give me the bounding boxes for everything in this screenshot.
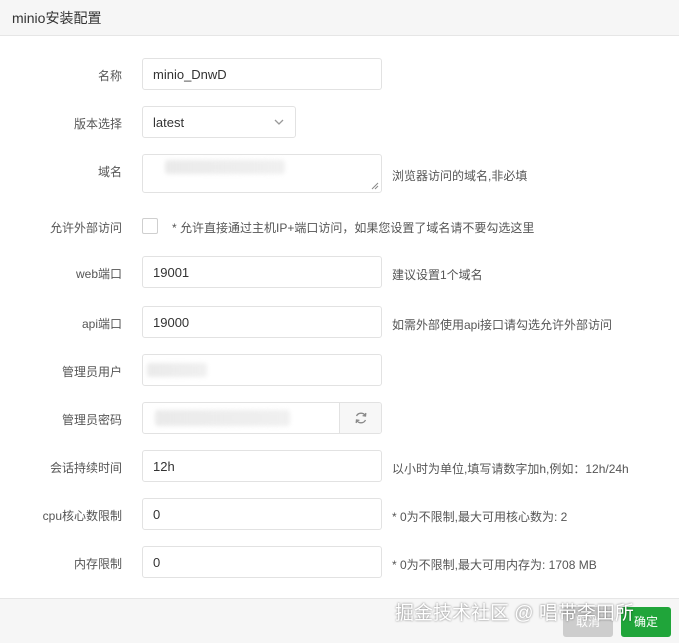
admin-user-input[interactable] — [142, 354, 382, 386]
memory-limit-hint: * 0为不限制,最大可用内存为: 1708 MB — [392, 558, 597, 572]
version-select[interactable]: latest — [142, 106, 296, 138]
redacted-admin-user-value — [147, 363, 207, 377]
session-duration-hint: 以小时为单位,填写请数字加h,例如：12h/24h — [392, 462, 629, 476]
external-access-checkbox[interactable] — [142, 218, 158, 234]
regenerate-password-button[interactable] — [339, 403, 381, 433]
domain-hint: 浏览器访问的域名,非必填 — [392, 169, 528, 183]
resize-handle-icon[interactable] — [371, 182, 379, 190]
row-session-duration: 会话持续时间 以小时为单位,填写请数字加h,例如：12h/24h — [0, 450, 679, 484]
admin-password-input[interactable] — [142, 402, 382, 434]
row-memory-limit: 内存限制 * 0为不限制,最大可用内存为: 1708 MB — [0, 546, 679, 580]
redacted-domain-value — [165, 160, 285, 174]
redacted-admin-password-value — [155, 410, 290, 426]
external-access-label: 允许外部访问 — [49, 221, 122, 235]
row-version: 版本选择 latest — [0, 106, 679, 140]
session-duration-label: 会话持续时间 — [49, 461, 122, 475]
domain-label: 域名 — [97, 165, 122, 179]
version-selected-value: latest — [153, 115, 185, 130]
admin-user-label: 管理员用户 — [61, 365, 122, 379]
name-input[interactable] — [142, 58, 382, 90]
row-api-port: api端口 如需外部使用api接口请勾选允许外部访问 — [0, 306, 679, 340]
watermark: 掘金技术社区 @ 唱带李田所 — [395, 603, 634, 624]
admin-password-label: 管理员密码 — [61, 413, 122, 427]
cpu-limit-label: cpu核心数限制 — [42, 509, 122, 523]
external-access-hint: * 允许直接通过主机IP+端口访问，如果您设置了域名请不要勾选这里 — [172, 221, 535, 235]
cpu-limit-hint: * 0为不限制,最大可用核心数为: 2 — [392, 510, 568, 524]
refresh-icon — [355, 412, 367, 424]
version-label: 版本选择 — [73, 117, 122, 131]
session-duration-input[interactable] — [142, 450, 382, 482]
api-port-hint: 如需外部使用api接口请勾选允许外部访问 — [392, 318, 613, 332]
row-cpu-limit: cpu核心数限制 * 0为不限制,最大可用核心数为: 2 — [0, 498, 679, 532]
window-title: minio安装配置 — [12, 10, 102, 26]
api-port-input[interactable] — [142, 306, 382, 338]
row-admin-password: 管理员密码 — [0, 402, 679, 436]
memory-limit-label: 内存限制 — [73, 557, 122, 571]
chevron-down-icon — [274, 119, 284, 125]
web-port-input[interactable] — [142, 256, 382, 288]
api-port-label: api端口 — [81, 317, 122, 331]
name-label: 名称 — [97, 69, 122, 83]
web-port-label: web端口 — [75, 267, 122, 281]
domain-textarea[interactable] — [142, 154, 382, 193]
memory-limit-input[interactable] — [142, 546, 382, 578]
cpu-limit-input[interactable] — [142, 498, 382, 530]
web-port-hint: 建议设置1个域名 — [392, 268, 483, 282]
row-name: 名称 — [0, 58, 679, 92]
row-admin-user: 管理员用户 — [0, 354, 679, 388]
window-titlebar: minio安装配置 — [0, 0, 679, 36]
row-external-access: 允许外部访问 * 允许直接通过主机IP+端口访问，如果您设置了域名请不要勾选这里 — [0, 210, 679, 244]
row-domain: 域名 浏览器访问的域名,非必填 — [0, 154, 679, 194]
row-web-port: web端口 建议设置1个域名 — [0, 256, 679, 290]
